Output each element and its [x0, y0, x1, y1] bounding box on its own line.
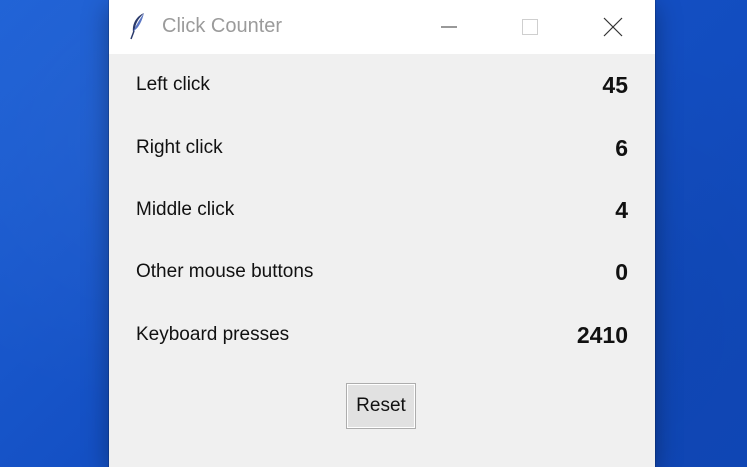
- counter-row-right-click: Right click 6: [136, 133, 628, 163]
- minimize-button[interactable]: [421, 0, 477, 54]
- counter-label: Keyboard presses: [136, 324, 290, 345]
- reset-button[interactable]: Reset: [346, 383, 416, 429]
- maximize-button[interactable]: [502, 0, 558, 54]
- title-bar[interactable]: Click Counter: [109, 0, 655, 54]
- counter-value: 0: [615, 259, 628, 285]
- window-title: Click Counter: [162, 15, 283, 37]
- counter-value: 4: [615, 197, 628, 223]
- counter-row-other-buttons: Other mouse buttons 0: [136, 257, 628, 287]
- close-button[interactable]: [585, 0, 641, 54]
- counter-label: Other mouse buttons: [136, 261, 314, 282]
- feather-icon: [129, 12, 147, 40]
- counter-value: 6: [615, 135, 628, 161]
- counter-row-keyboard: Keyboard presses 2410: [136, 320, 628, 350]
- counter-label: Middle click: [136, 199, 235, 220]
- minimize-icon: [441, 26, 457, 28]
- click-counter-window: Click Counter Left click 45 Right click …: [109, 0, 655, 467]
- counter-row-middle-click: Middle click 4: [136, 195, 628, 225]
- counter-row-left-click: Left click 45: [136, 70, 628, 100]
- counter-value: 2410: [576, 322, 628, 348]
- counter-label: Left click: [136, 74, 210, 95]
- close-icon: [603, 17, 623, 37]
- maximize-icon: [522, 19, 538, 35]
- counter-label: Right click: [136, 137, 223, 158]
- counter-value: 45: [602, 72, 628, 98]
